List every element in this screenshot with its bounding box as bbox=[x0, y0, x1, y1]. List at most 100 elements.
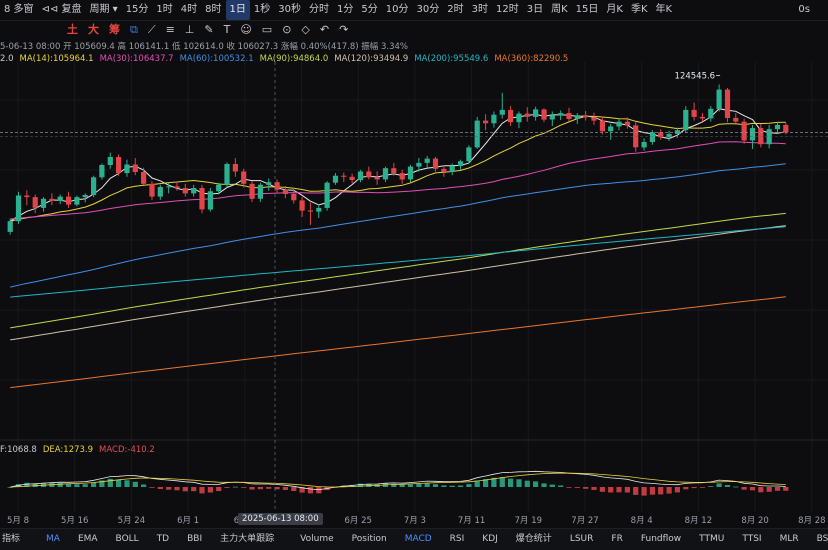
candle-body-2 bbox=[24, 195, 30, 198]
period-15[interactable]: 2时 bbox=[443, 0, 467, 20]
period-0[interactable]: 8 多窗 bbox=[0, 0, 38, 20]
macd-bar-69 bbox=[583, 487, 589, 489]
period-18[interactable]: 3日 bbox=[523, 0, 547, 20]
draw-tool-8[interactable]: T bbox=[219, 21, 236, 39]
macd-legend: F:1068.8 DEA:1273.9 MACD:-410.2 bbox=[0, 444, 161, 456]
candle-body-31 bbox=[266, 182, 272, 185]
candle-body-73 bbox=[616, 121, 622, 127]
candle-body-72 bbox=[608, 126, 614, 132]
sub-indicator-8[interactable]: Fundflow bbox=[632, 529, 690, 550]
main-indicator-4[interactable]: BBI bbox=[178, 529, 211, 550]
candle-body-65 bbox=[549, 115, 555, 120]
ma-legend: 2.0 MA(14):105964.1 MA(30):106437.7 MA(60):… bbox=[0, 53, 574, 65]
period-6[interactable]: 8时 bbox=[201, 0, 225, 20]
draw-tool-7[interactable]: ✎ bbox=[199, 21, 218, 39]
candle-body-3 bbox=[32, 197, 38, 208]
macd-bar-76 bbox=[641, 487, 647, 496]
main-indicator-1[interactable]: EMA bbox=[69, 529, 107, 550]
sub-indicator-12[interactable]: BSV bbox=[808, 529, 828, 550]
macd-bar-92 bbox=[774, 487, 781, 491]
sub-indicator-7[interactable]: FR bbox=[602, 529, 631, 550]
sub-indicator-6[interactable]: LSUR bbox=[561, 529, 603, 550]
period-12[interactable]: 5分 bbox=[357, 0, 381, 20]
candle-body-61 bbox=[516, 113, 522, 123]
candle-body-79 bbox=[666, 134, 672, 138]
period-20[interactable]: 15日 bbox=[572, 0, 603, 20]
candle-body-92 bbox=[774, 124, 781, 130]
draw-tool-12[interactable]: ◇ bbox=[296, 21, 314, 39]
macd-bar-31 bbox=[266, 487, 272, 489]
sub-indicator-11[interactable]: MLR bbox=[771, 529, 808, 550]
candle-body-82 bbox=[691, 109, 697, 117]
candle-body-47 bbox=[399, 173, 405, 180]
macd-bar-25 bbox=[216, 487, 222, 492]
draw-tool-1[interactable]: 大 bbox=[83, 21, 104, 39]
draw-tool-13[interactable]: ↶ bbox=[315, 21, 334, 39]
draw-tool-2[interactable]: 筹 bbox=[104, 21, 125, 39]
ma_legend-item-1: MA(14):105964.1 bbox=[19, 54, 94, 64]
x-tick-label-2: 5月 24 bbox=[118, 516, 145, 526]
candle-body-86 bbox=[724, 89, 731, 118]
period-4[interactable]: 1时 bbox=[152, 0, 176, 20]
period-17[interactable]: 12时 bbox=[492, 0, 523, 20]
sub-indicator-0[interactable]: Volume bbox=[291, 529, 342, 550]
period-13[interactable]: 10分 bbox=[382, 0, 413, 20]
draw-tool-14[interactable]: ↷ bbox=[334, 21, 353, 39]
draw-tool-3[interactable]: ⧉ bbox=[125, 21, 143, 39]
period-9[interactable]: 30秒 bbox=[274, 0, 305, 20]
macd-bar-17 bbox=[149, 487, 155, 488]
candle-body-41 bbox=[349, 176, 355, 180]
draw-tool-0[interactable]: 土 bbox=[62, 21, 83, 39]
period-1[interactable]: ⊲⊲ 复盘 bbox=[38, 0, 86, 20]
sub-indicator-10[interactable]: TTSI bbox=[733, 529, 770, 550]
period-14[interactable]: 30分 bbox=[413, 0, 444, 20]
draw-tool-10[interactable]: ▭ bbox=[257, 21, 277, 39]
period-3[interactable]: 15分 bbox=[122, 0, 153, 20]
draw-tool-4[interactable]: ⟋ bbox=[143, 21, 161, 39]
draw-tool-11[interactable]: ⊙ bbox=[277, 21, 296, 39]
macd-bar-52 bbox=[441, 485, 447, 487]
draw-tool-6[interactable]: ⊥ bbox=[180, 21, 200, 39]
macd-bar-10 bbox=[91, 482, 97, 487]
sub-indicator-1[interactable]: Position bbox=[343, 529, 396, 550]
period-19[interactable]: 周K bbox=[547, 0, 572, 20]
candle-body-38 bbox=[324, 182, 330, 208]
period-21[interactable]: 月K bbox=[602, 0, 627, 20]
main-indicator-5[interactable]: 主力大单跟踪 bbox=[211, 529, 283, 550]
macd-bar-81 bbox=[683, 487, 689, 490]
macd-bar-20 bbox=[174, 487, 180, 491]
period-22[interactable]: 季K bbox=[627, 0, 652, 20]
period-8[interactable]: 1秒 bbox=[250, 0, 274, 20]
macd-bar-7 bbox=[66, 484, 72, 487]
candle-body-23 bbox=[199, 188, 205, 210]
sub-indicator-5[interactable]: 爆仓统计 bbox=[507, 529, 561, 550]
sub-indicator-2[interactable]: MACD bbox=[396, 529, 441, 550]
x-tick-label-7: 7月 3 bbox=[404, 516, 426, 526]
period-5[interactable]: 4时 bbox=[177, 0, 201, 20]
period-16[interactable]: 3时 bbox=[468, 0, 492, 20]
macd-bar-9 bbox=[82, 484, 88, 487]
macd-bar-67 bbox=[566, 487, 572, 488]
sub-indicator-3[interactable]: RSI bbox=[441, 529, 474, 550]
main-indicator-0[interactable]: MA bbox=[37, 529, 69, 550]
sub-indicator-4[interactable]: KDJ bbox=[473, 529, 507, 550]
ma_legend-item-5: MA(120):93494.9 bbox=[334, 54, 409, 64]
macd-bar-28 bbox=[241, 487, 247, 488]
main-indicator-3[interactable]: TD bbox=[148, 529, 178, 550]
candle-body-81 bbox=[683, 109, 689, 131]
period-2[interactable]: 周期 ▾ bbox=[85, 0, 121, 20]
macd-bar-37 bbox=[316, 487, 322, 494]
draw-tool-9[interactable]: ☺ bbox=[235, 21, 256, 39]
main-indicator-2[interactable]: BOLL bbox=[107, 529, 148, 550]
period-23[interactable]: 年K bbox=[652, 0, 677, 20]
macd_legend-item-2: MACD:-410.2 bbox=[99, 445, 155, 455]
period-7[interactable]: 1日 bbox=[225, 0, 250, 20]
x-tick-label-9: 7月 19 bbox=[515, 516, 542, 526]
sub-indicator-9[interactable]: TTMU bbox=[690, 529, 733, 550]
period-10[interactable]: 分时 bbox=[305, 0, 333, 20]
macd-bar-34 bbox=[291, 487, 297, 491]
macd-bar-85 bbox=[716, 483, 722, 487]
ma-line-30 bbox=[10, 141, 786, 220]
draw-tool-5[interactable]: ≡ bbox=[161, 21, 180, 39]
period-11[interactable]: 1分 bbox=[333, 0, 357, 20]
